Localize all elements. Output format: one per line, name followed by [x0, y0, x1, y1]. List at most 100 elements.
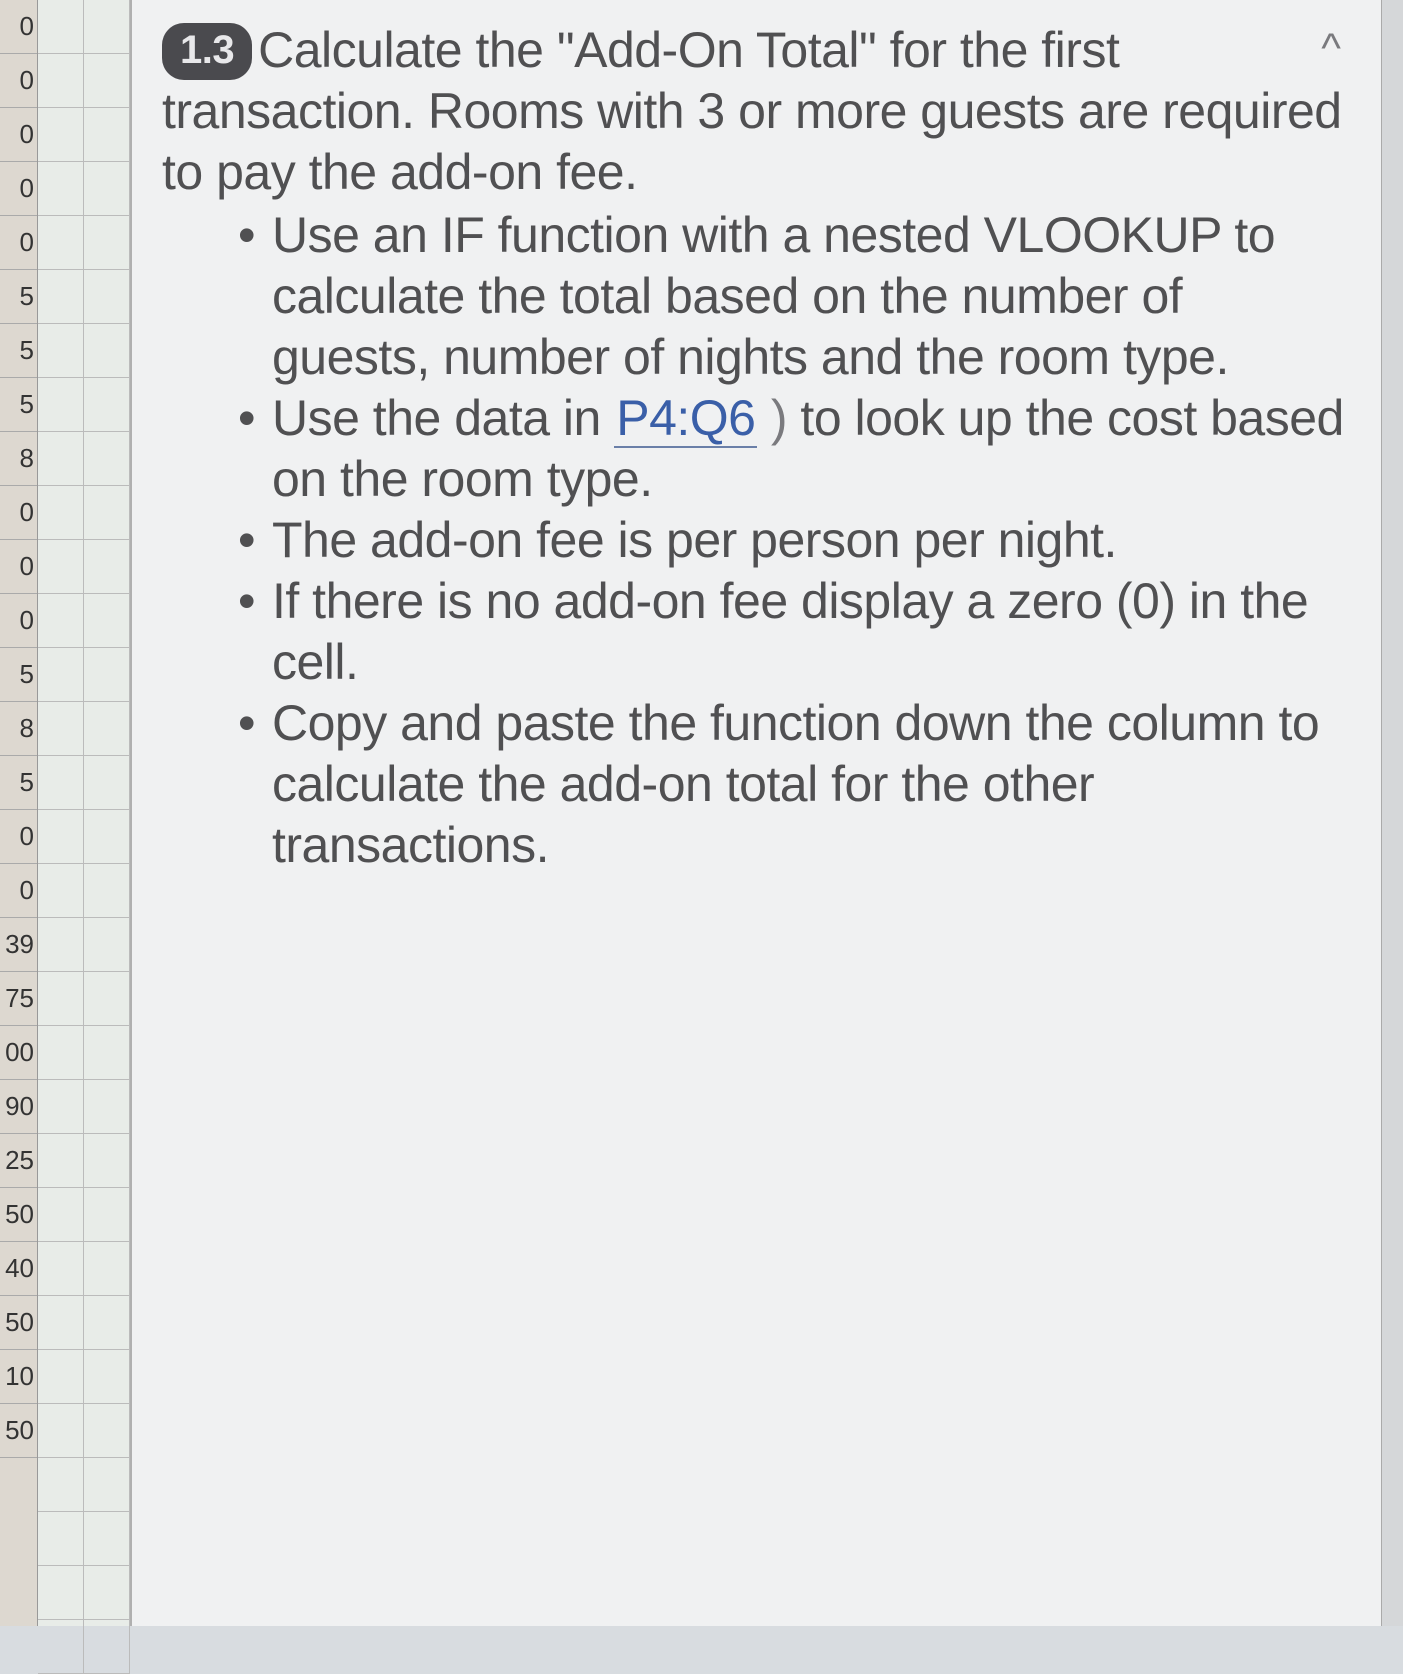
bullet-text: Use an IF function with a nested VLOOKUP…	[272, 207, 1275, 385]
spreadsheet-cell[interactable]	[38, 864, 84, 918]
row-header-cell[interactable]: 5	[0, 324, 37, 378]
spreadsheet-cell[interactable]	[38, 378, 84, 432]
spreadsheet-cell[interactable]	[38, 594, 84, 648]
row-header-cell[interactable]: 25	[0, 1134, 37, 1188]
spreadsheet-cell[interactable]	[84, 594, 130, 648]
spreadsheet-cell[interactable]	[84, 918, 130, 972]
spreadsheet-cell[interactable]	[84, 1512, 130, 1566]
task-intro-text: Calculate the "Add-On Total" for the fir…	[162, 22, 1342, 200]
spreadsheet-cell[interactable]	[84, 1188, 130, 1242]
row-header-cell[interactable]: 75	[0, 972, 37, 1026]
spreadsheet-cell[interactable]	[84, 108, 130, 162]
row-header-cell[interactable]: 5	[0, 378, 37, 432]
row-header-cell[interactable]: 0	[0, 0, 37, 54]
row-header-cell[interactable]: 90	[0, 1080, 37, 1134]
spreadsheet-cell[interactable]	[84, 972, 130, 1026]
spreadsheet-cell[interactable]	[38, 918, 84, 972]
row-header-cell[interactable]: 50	[0, 1296, 37, 1350]
row-header-cell[interactable]: 8	[0, 432, 37, 486]
spreadsheet-cell[interactable]	[84, 1404, 130, 1458]
spreadsheet-cell[interactable]	[84, 324, 130, 378]
spreadsheet-cell[interactable]	[38, 1512, 84, 1566]
spreadsheet-cell[interactable]	[38, 108, 84, 162]
spreadsheet-cell[interactable]	[84, 378, 130, 432]
spreadsheet-cell[interactable]	[38, 1026, 84, 1080]
spreadsheet-cell[interactable]	[84, 1620, 130, 1674]
spreadsheet-cell[interactable]	[38, 432, 84, 486]
spreadsheet-cell[interactable]	[38, 1242, 84, 1296]
spreadsheet-cell[interactable]	[84, 54, 130, 108]
spreadsheet-cell[interactable]	[84, 216, 130, 270]
spreadsheet-cell[interactable]	[38, 0, 84, 54]
spreadsheet-cell[interactable]	[38, 270, 84, 324]
row-header-cell[interactable]: 8	[0, 702, 37, 756]
row-header-cell[interactable]: 00	[0, 1026, 37, 1080]
spreadsheet-cell[interactable]	[84, 1080, 130, 1134]
spreadsheet-cell[interactable]	[84, 162, 130, 216]
spreadsheet-cell[interactable]	[84, 1026, 130, 1080]
spreadsheet-cell[interactable]	[84, 1134, 130, 1188]
spreadsheet-cell[interactable]	[38, 540, 84, 594]
spreadsheet-cell[interactable]	[38, 1296, 84, 1350]
row-header-cell[interactable]: 0	[0, 108, 37, 162]
spreadsheet-cell[interactable]	[84, 0, 130, 54]
spreadsheet-cell[interactable]	[38, 1458, 84, 1512]
spreadsheet-cell[interactable]	[38, 810, 84, 864]
spreadsheet-cell[interactable]	[84, 486, 130, 540]
bullet-text: Copy and paste the function down the col…	[272, 695, 1319, 873]
spreadsheet-cell[interactable]	[38, 216, 84, 270]
bullet-text: If there is no add-on fee display a zero…	[272, 573, 1308, 690]
row-header-cell[interactable]: 5	[0, 648, 37, 702]
spreadsheet-cell[interactable]	[38, 1404, 84, 1458]
spreadsheet-cell[interactable]	[38, 972, 84, 1026]
list-item: The add-on fee is per person per night.	[238, 510, 1351, 571]
bullet-list: Use an IF function with a nested VLOOKUP…	[162, 205, 1351, 876]
task-block: 1.3Calculate the "Add-On Total" for the …	[162, 20, 1351, 876]
row-header-cell[interactable]: 5	[0, 756, 37, 810]
spreadsheet-cell[interactable]	[84, 810, 130, 864]
spreadsheet-cell[interactable]	[84, 432, 130, 486]
spreadsheet-cell[interactable]	[38, 1134, 84, 1188]
spreadsheet-cell[interactable]	[38, 702, 84, 756]
spreadsheet-cell[interactable]	[38, 1080, 84, 1134]
row-header-cell[interactable]: 50	[0, 1404, 37, 1458]
row-header-cell[interactable]: 5	[0, 270, 37, 324]
spreadsheet-cell[interactable]	[84, 1242, 130, 1296]
row-header-cell[interactable]: 0	[0, 216, 37, 270]
row-header-cell[interactable]: 0	[0, 54, 37, 108]
collapse-caret-icon[interactable]: ^	[1321, 24, 1341, 72]
spreadsheet-cell[interactable]	[38, 1350, 84, 1404]
spreadsheet-cell[interactable]	[38, 1188, 84, 1242]
spreadsheet-cell[interactable]	[84, 702, 130, 756]
spreadsheet-cell[interactable]	[84, 1566, 130, 1620]
spreadsheet-cell[interactable]	[84, 1350, 130, 1404]
spreadsheet-cell[interactable]	[84, 864, 130, 918]
spreadsheet-cell[interactable]	[38, 486, 84, 540]
row-header-cell[interactable]: 0	[0, 162, 37, 216]
row-header-cell[interactable]: 0	[0, 594, 37, 648]
spreadsheet-cell[interactable]	[84, 648, 130, 702]
spreadsheet-cell[interactable]	[84, 540, 130, 594]
task-intro: 1.3Calculate the "Add-On Total" for the …	[162, 20, 1351, 203]
row-header-cell[interactable]: 50	[0, 1188, 37, 1242]
spreadsheet-cell[interactable]	[38, 324, 84, 378]
spreadsheet-cell[interactable]	[84, 1458, 130, 1512]
row-header-cell[interactable]: 0	[0, 540, 37, 594]
spreadsheet-cell[interactable]	[84, 1296, 130, 1350]
right-edge-border	[1381, 0, 1403, 1626]
spreadsheet-cell[interactable]	[84, 756, 130, 810]
spreadsheet-cell[interactable]	[38, 162, 84, 216]
row-header-cell[interactable]: 0	[0, 486, 37, 540]
cell-reference-link[interactable]: P4:Q6	[614, 390, 757, 448]
spreadsheet-cell[interactable]	[38, 756, 84, 810]
spreadsheet-cell[interactable]	[38, 1620, 84, 1674]
spreadsheet-cell[interactable]	[84, 270, 130, 324]
row-header-cell[interactable]: 39	[0, 918, 37, 972]
row-header-cell[interactable]: 0	[0, 810, 37, 864]
row-header-cell[interactable]: 40	[0, 1242, 37, 1296]
spreadsheet-cell[interactable]	[38, 54, 84, 108]
row-header-cell[interactable]: 10	[0, 1350, 37, 1404]
spreadsheet-cell[interactable]	[38, 648, 84, 702]
spreadsheet-cell[interactable]	[38, 1566, 84, 1620]
row-header-cell[interactable]: 0	[0, 864, 37, 918]
